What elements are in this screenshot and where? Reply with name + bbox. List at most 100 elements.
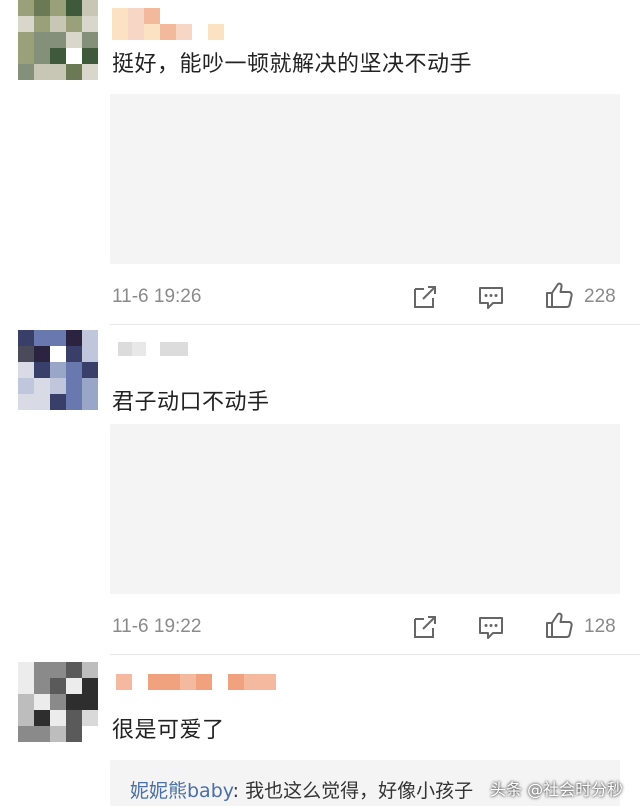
mosaic-cell [164, 674, 180, 690]
mosaic-cell [50, 726, 66, 742]
mosaic-cell [132, 342, 146, 356]
avatar[interactable] [18, 0, 98, 80]
mosaic-cell [66, 678, 82, 694]
mosaic-cell [118, 342, 132, 356]
mosaic-cell [34, 678, 50, 694]
divider [110, 654, 640, 655]
mosaic-cell [82, 330, 98, 346]
like-button[interactable] [544, 610, 574, 640]
avatar[interactable] [18, 330, 98, 410]
mosaic-cell [34, 64, 50, 80]
share-button[interactable] [410, 612, 440, 642]
share-icon [414, 286, 436, 308]
like-count: 128 [584, 616, 616, 637]
comment-button[interactable] [476, 612, 506, 642]
mosaic-cell [144, 8, 160, 24]
mosaic-cell [132, 674, 148, 690]
mosaic-cell [160, 342, 174, 356]
mosaic-cell [66, 726, 82, 742]
mosaic-cell [82, 394, 98, 410]
reply-preview[interactable] [110, 424, 620, 594]
mosaic-cell [34, 394, 50, 410]
mosaic-cell [34, 16, 50, 32]
mosaic-cell [18, 346, 34, 362]
mosaic-cell [160, 8, 176, 24]
mosaic-cell [50, 710, 66, 726]
mosaic-cell [160, 24, 176, 40]
mosaic-cell [18, 0, 34, 16]
mosaic-cell [82, 694, 98, 710]
mosaic-cell [18, 48, 34, 64]
mosaic-cell [82, 662, 98, 678]
mosaic-cell [176, 24, 192, 40]
reply-preview[interactable] [110, 94, 620, 264]
mosaic-cell [18, 678, 34, 694]
like-button[interactable] [544, 280, 574, 310]
mosaic-cell [34, 694, 50, 710]
mosaic-cell [66, 16, 82, 32]
mosaic-cell [66, 64, 82, 80]
username-blurred[interactable] [118, 342, 188, 368]
mosaic-cell [50, 394, 66, 410]
mosaic-cell [192, 8, 208, 24]
mosaic-cell [82, 378, 98, 394]
mosaic-cell [176, 8, 192, 24]
mosaic-cell [212, 674, 228, 690]
share-button[interactable] [410, 282, 440, 312]
mosaic-cell [34, 330, 50, 346]
comment-text: 君子动口不动手 [112, 390, 270, 415]
watermark: 头条 @社会时分秒 [490, 780, 624, 799]
mosaic-cell [34, 710, 50, 726]
mosaic-cell [66, 710, 82, 726]
mosaic-cell [34, 362, 50, 378]
mosaic-cell [18, 394, 34, 410]
comment-text: 挺好，能吵一顿就解决的坚决不动手 [112, 52, 473, 77]
mosaic-cell [180, 674, 196, 690]
mosaic-cell [66, 346, 82, 362]
reply-username[interactable]: 妮妮熊baby [130, 780, 233, 802]
mosaic-cell [240, 8, 256, 24]
comment-time: 11-6 19:22 [112, 616, 202, 637]
avatar[interactable] [18, 662, 98, 742]
mosaic-cell [224, 8, 240, 24]
mosaic-cell [82, 362, 98, 378]
mosaic-cell [82, 32, 98, 48]
mosaic-cell [34, 48, 50, 64]
mosaic-cell [128, 8, 144, 24]
comment-button[interactable] [476, 282, 506, 312]
mosaic-cell [82, 678, 98, 694]
mosaic-cell [50, 32, 66, 48]
like-count: 228 [584, 286, 616, 307]
mosaic-cell [50, 362, 66, 378]
mosaic-cell [224, 24, 240, 40]
username-blurred[interactable] [112, 8, 256, 40]
mosaic-cell [34, 0, 50, 16]
mosaic-cell [18, 32, 34, 48]
mosaic-cell [174, 342, 188, 356]
mosaic-cell [66, 694, 82, 710]
mosaic-cell [50, 16, 66, 32]
mosaic-cell [18, 16, 34, 32]
mosaic-cell [66, 378, 82, 394]
mosaic-cell [66, 330, 82, 346]
mosaic-cell [260, 674, 276, 690]
comment-icon [479, 287, 503, 309]
mosaic-cell [82, 0, 98, 16]
mosaic-cell [66, 362, 82, 378]
comment-text: 很是可爱了 [112, 718, 225, 743]
mosaic-cell [196, 674, 212, 690]
mosaic-cell [18, 362, 34, 378]
mosaic-cell [144, 24, 160, 40]
mosaic-cell [50, 378, 66, 394]
mosaic-cell [34, 726, 50, 742]
username-blurred[interactable] [116, 674, 276, 700]
mosaic-cell [208, 8, 224, 24]
reply-text: : 我也这么觉得，好像小孩子 [232, 780, 474, 802]
comment-time: 11-6 19:26 [112, 286, 202, 307]
mosaic-cell [82, 726, 98, 742]
mosaic-cell [50, 330, 66, 346]
thumbs-up-icon [546, 612, 573, 638]
mosaic-cell [50, 0, 66, 16]
mosaic-cell [50, 346, 66, 362]
mosaic-cell [192, 24, 208, 40]
